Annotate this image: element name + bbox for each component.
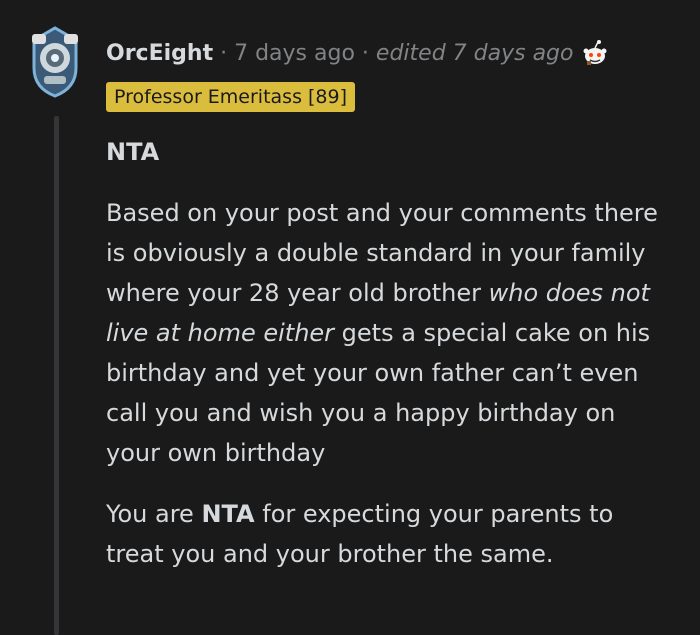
edited-timestamp: edited 7 days ago bbox=[375, 40, 574, 66]
comment-paragraph-1: Based on your post and your comments the… bbox=[106, 199, 658, 467]
comment-paragraph-2: You are NTA for expecting your parents t… bbox=[106, 500, 614, 568]
comment-timestamp[interactable]: 7 days ago bbox=[234, 41, 355, 66]
separator-dot: · bbox=[361, 40, 369, 66]
thread-collapse-line[interactable] bbox=[54, 116, 59, 635]
separator-dot: · bbox=[220, 40, 228, 66]
comment-verdict: NTA bbox=[106, 138, 160, 166]
user-flair: Professor Emeritass [89] bbox=[106, 82, 356, 112]
robot-avatar-icon bbox=[32, 26, 78, 98]
comment-author[interactable]: OrcEight bbox=[106, 41, 213, 66]
comment-header: OrcEight · 7 days ago · edited 7 days ag… bbox=[106, 37, 609, 69]
user-avatar[interactable] bbox=[26, 22, 84, 100]
comment-body: NTA Based on your post and your comments… bbox=[106, 132, 676, 595]
snoo-award-icon[interactable] bbox=[581, 39, 609, 67]
